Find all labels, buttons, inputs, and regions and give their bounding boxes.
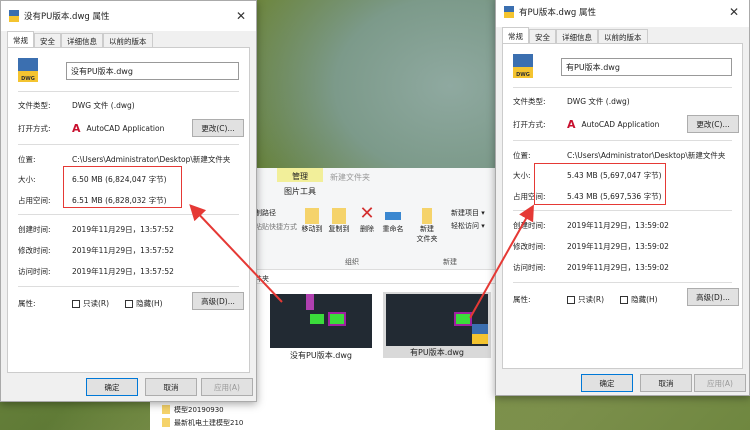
annotation-arrows <box>189 204 534 319</box>
arrow-right <box>469 204 534 319</box>
arrow-left <box>189 204 283 303</box>
